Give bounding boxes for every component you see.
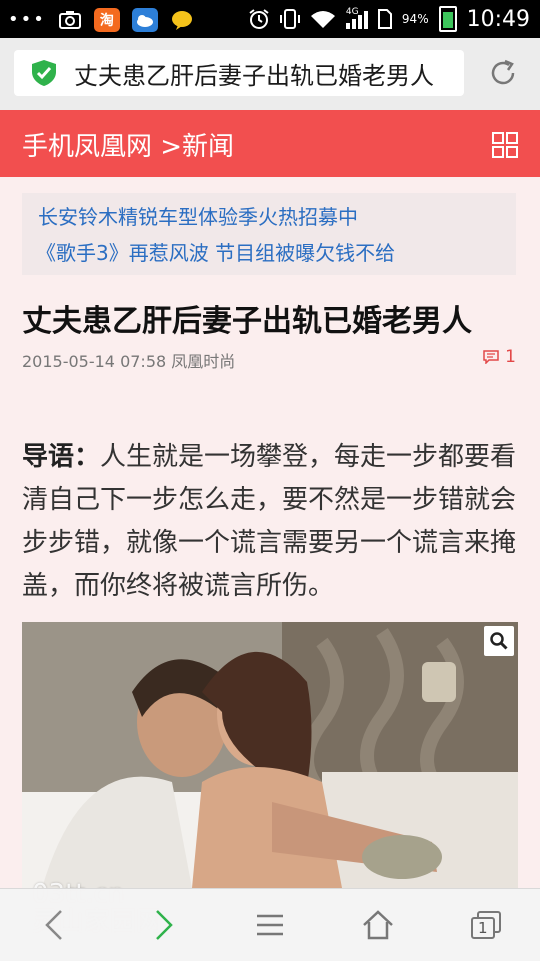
back-icon bbox=[45, 910, 62, 940]
search-icon bbox=[490, 632, 508, 650]
more-dots-icon: ••• bbox=[8, 9, 46, 30]
status-bar: ••• 淘 4G 94% 10:49 bbox=[0, 0, 540, 38]
article-photo[interactable] bbox=[22, 622, 518, 888]
wifi-icon bbox=[310, 11, 335, 28]
taobao-app-icon: 淘 bbox=[93, 8, 120, 32]
article-title: 丈夫患乙肝后妻子出轨已婚老男人 bbox=[22, 304, 472, 339]
home-button[interactable] bbox=[360, 907, 396, 943]
zoom-button[interactable] bbox=[484, 626, 514, 656]
status-left-icons: ••• 淘 bbox=[8, 8, 194, 32]
back-button[interactable] bbox=[36, 907, 72, 943]
page-title-in-urlbar: 丈夫患乙肝后妻子出轨已婚老男人 bbox=[74, 61, 434, 90]
reload-icon[interactable] bbox=[488, 58, 518, 88]
signal-icon: 4G bbox=[345, 7, 368, 29]
article-source: 凤凰时尚 bbox=[171, 352, 236, 371]
sim-icon bbox=[377, 9, 392, 29]
message-app-icon bbox=[171, 11, 192, 30]
browser-toolbar: 1 bbox=[0, 888, 540, 961]
tabs-button[interactable]: 1 bbox=[468, 907, 504, 943]
article-date: 2015-05-14 07:58 bbox=[22, 352, 167, 371]
comment-count-link[interactable]: 1 bbox=[483, 347, 516, 367]
comment-icon bbox=[483, 350, 499, 364]
clock: 10:49 bbox=[466, 6, 530, 32]
network-type: 4G bbox=[345, 7, 359, 17]
weather-app-icon bbox=[131, 8, 158, 32]
status-right-icons: 4G 94% 10:49 bbox=[248, 6, 530, 32]
grid-menu-icon[interactable] bbox=[492, 132, 518, 158]
browser-address-bar: 丈夫患乙肝后妻子出轨已婚老男人 bbox=[0, 38, 540, 111]
promo-link[interactable]: 长安铃木精锐车型体验季火热招募中 bbox=[38, 201, 358, 230]
battery-icon bbox=[438, 6, 457, 32]
lead-label: 导语： bbox=[22, 442, 101, 472]
tab-count: 1 bbox=[478, 919, 488, 937]
promo-link[interactable]: 《歌手3》再惹风波 节目组被曝欠钱不给 bbox=[36, 237, 395, 266]
promo-links: 长安铃木精锐车型体验季火热招募中 《歌手3》再惹风波 节目组被曝欠钱不给 bbox=[22, 193, 516, 275]
article-lead: 导语：人生就是一场攀登，每走一步都要看清自己下一步怎么走，要不然是一步错就会步步… bbox=[22, 436, 522, 608]
battery-percent: 94% bbox=[401, 12, 429, 26]
alarm-icon bbox=[249, 9, 269, 29]
home-icon bbox=[363, 910, 393, 940]
article-meta: 2015-05-14 07:58 凤凰时尚 bbox=[22, 348, 235, 372]
forward-button[interactable] bbox=[146, 907, 182, 943]
comment-count: 1 bbox=[505, 347, 516, 367]
photo-illustration bbox=[22, 622, 518, 888]
forward-icon bbox=[156, 910, 173, 940]
screenshot-icon bbox=[58, 11, 81, 29]
breadcrumb[interactable]: 手机凤凰网 >新闻 bbox=[22, 126, 234, 163]
menu-icon bbox=[257, 914, 283, 936]
vibrate-icon bbox=[279, 9, 300, 29]
menu-button[interactable] bbox=[252, 907, 288, 943]
url-field[interactable]: 丈夫患乙肝后妻子出轨已婚老男人 bbox=[14, 50, 464, 96]
site-header: 手机凤凰网 >新闻 bbox=[0, 110, 540, 177]
shield-check-icon bbox=[32, 60, 56, 86]
